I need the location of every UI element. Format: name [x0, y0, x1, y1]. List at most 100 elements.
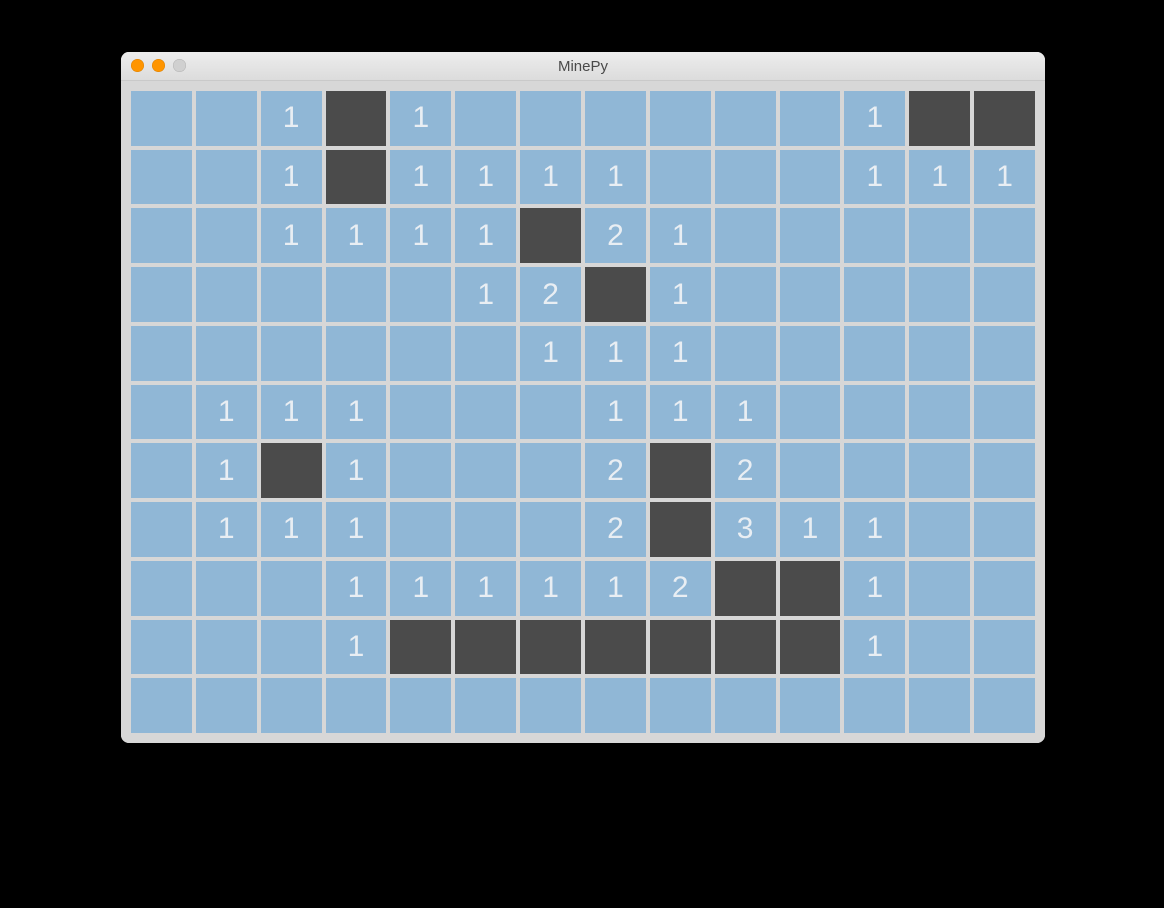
cell-empty[interactable]: [196, 150, 257, 205]
cell-empty[interactable]: [520, 443, 581, 498]
cell-number[interactable]: 1: [650, 385, 711, 440]
cell-closed[interactable]: [261, 443, 322, 498]
cell-closed[interactable]: [715, 561, 776, 616]
cell-empty[interactable]: [131, 620, 192, 675]
cell-number[interactable]: 1: [390, 208, 451, 263]
cell-number[interactable]: 1: [261, 208, 322, 263]
cell-empty[interactable]: [326, 326, 387, 381]
cell-empty[interactable]: [780, 385, 841, 440]
cell-closed[interactable]: [650, 620, 711, 675]
cell-empty[interactable]: [261, 326, 322, 381]
cell-empty[interactable]: [196, 561, 257, 616]
cell-empty[interactable]: [780, 678, 841, 733]
cell-number[interactable]: 1: [390, 561, 451, 616]
cell-number[interactable]: 1: [780, 502, 841, 557]
cell-empty[interactable]: [974, 678, 1035, 733]
cell-number[interactable]: 1: [715, 385, 776, 440]
cell-empty[interactable]: [909, 326, 970, 381]
cell-number[interactable]: 1: [520, 150, 581, 205]
cell-empty[interactable]: [131, 443, 192, 498]
cell-empty[interactable]: [196, 326, 257, 381]
maximize-window-button[interactable]: [173, 59, 186, 72]
cell-number[interactable]: 1: [585, 326, 646, 381]
cell-empty[interactable]: [326, 267, 387, 322]
cell-number[interactable]: 1: [650, 326, 711, 381]
cell-empty[interactable]: [390, 267, 451, 322]
cell-empty[interactable]: [455, 443, 516, 498]
cell-empty[interactable]: [261, 561, 322, 616]
cell-number[interactable]: 1: [326, 561, 387, 616]
cell-empty[interactable]: [455, 502, 516, 557]
cell-empty[interactable]: [650, 91, 711, 146]
cell-empty[interactable]: [715, 267, 776, 322]
cell-number[interactable]: 1: [261, 150, 322, 205]
cell-closed[interactable]: [780, 620, 841, 675]
cell-closed[interactable]: [715, 620, 776, 675]
cell-empty[interactable]: [974, 620, 1035, 675]
cell-empty[interactable]: [715, 678, 776, 733]
cell-number[interactable]: 1: [520, 326, 581, 381]
cell-empty[interactable]: [974, 208, 1035, 263]
cell-empty[interactable]: [455, 385, 516, 440]
cell-empty[interactable]: [780, 208, 841, 263]
cell-empty[interactable]: [844, 326, 905, 381]
cell-number[interactable]: 2: [585, 208, 646, 263]
cell-empty[interactable]: [585, 678, 646, 733]
cell-empty[interactable]: [196, 620, 257, 675]
cell-empty[interactable]: [844, 385, 905, 440]
cell-number[interactable]: 2: [585, 443, 646, 498]
cell-empty[interactable]: [650, 678, 711, 733]
cell-empty[interactable]: [974, 326, 1035, 381]
cell-number[interactable]: 1: [196, 443, 257, 498]
cell-closed[interactable]: [520, 208, 581, 263]
cell-empty[interactable]: [974, 385, 1035, 440]
cell-number[interactable]: 1: [650, 267, 711, 322]
cell-number[interactable]: 1: [909, 150, 970, 205]
cell-closed[interactable]: [326, 150, 387, 205]
cell-closed[interactable]: [390, 620, 451, 675]
cell-empty[interactable]: [261, 678, 322, 733]
cell-empty[interactable]: [715, 150, 776, 205]
cell-empty[interactable]: [390, 326, 451, 381]
cell-empty[interactable]: [196, 267, 257, 322]
cell-number[interactable]: 1: [844, 150, 905, 205]
cell-number[interactable]: 2: [715, 443, 776, 498]
cell-closed[interactable]: [780, 561, 841, 616]
cell-number[interactable]: 1: [455, 561, 516, 616]
cell-number[interactable]: 1: [196, 385, 257, 440]
cell-empty[interactable]: [390, 385, 451, 440]
cell-empty[interactable]: [909, 267, 970, 322]
cell-number[interactable]: 3: [715, 502, 776, 557]
close-window-button[interactable]: [131, 59, 144, 72]
cell-empty[interactable]: [909, 561, 970, 616]
cell-closed[interactable]: [455, 620, 516, 675]
cell-number[interactable]: 1: [844, 561, 905, 616]
cell-empty[interactable]: [844, 443, 905, 498]
cell-empty[interactable]: [909, 385, 970, 440]
cell-empty[interactable]: [131, 150, 192, 205]
cell-number[interactable]: 2: [585, 502, 646, 557]
cell-number[interactable]: 1: [390, 91, 451, 146]
cell-number[interactable]: 1: [650, 208, 711, 263]
cell-empty[interactable]: [520, 678, 581, 733]
cell-number[interactable]: 1: [844, 502, 905, 557]
cell-empty[interactable]: [844, 678, 905, 733]
cell-empty[interactable]: [974, 443, 1035, 498]
cell-empty[interactable]: [131, 502, 192, 557]
cell-empty[interactable]: [909, 208, 970, 263]
cell-empty[interactable]: [715, 208, 776, 263]
cell-closed[interactable]: [585, 267, 646, 322]
cell-number[interactable]: 1: [974, 150, 1035, 205]
cell-number[interactable]: 1: [261, 502, 322, 557]
cell-empty[interactable]: [780, 267, 841, 322]
cell-empty[interactable]: [390, 678, 451, 733]
cell-number[interactable]: 1: [326, 208, 387, 263]
cell-empty[interactable]: [780, 91, 841, 146]
cell-closed[interactable]: [585, 620, 646, 675]
cell-empty[interactable]: [131, 267, 192, 322]
cell-closed[interactable]: [650, 443, 711, 498]
cell-empty[interactable]: [520, 385, 581, 440]
cell-empty[interactable]: [974, 502, 1035, 557]
cell-number[interactable]: 1: [455, 267, 516, 322]
cell-empty[interactable]: [520, 502, 581, 557]
